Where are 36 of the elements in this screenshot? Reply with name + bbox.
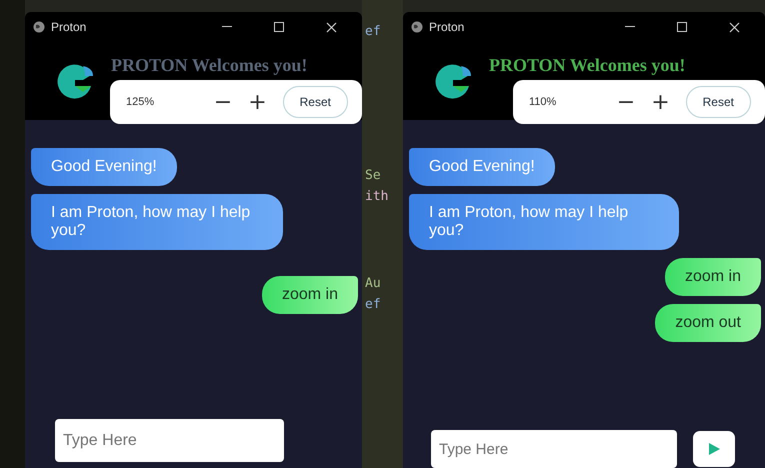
- reset-button[interactable]: Reset: [686, 86, 751, 118]
- message-input[interactable]: Type Here: [55, 419, 284, 462]
- maximize-icon[interactable]: [274, 22, 284, 32]
- close-icon[interactable]: [728, 22, 740, 32]
- reset-button[interactable]: Reset: [282, 86, 348, 118]
- send-icon: [707, 442, 721, 456]
- zoom-level: 125%: [126, 96, 156, 108]
- user-message: zoom in: [664, 258, 761, 296]
- code-text: ef: [365, 24, 382, 39]
- zoom-out-button[interactable]: −: [206, 90, 240, 114]
- bot-message: I am Proton, how may I help you?: [31, 194, 283, 250]
- bot-message: Good Evening!: [409, 148, 555, 186]
- user-message: zoom out: [655, 304, 761, 342]
- zoom-out-button[interactable]: −: [608, 90, 644, 114]
- zoom-in-button[interactable]: +: [643, 90, 678, 114]
- code-text: Se: [365, 168, 382, 183]
- message-input[interactable]: Type Here: [431, 430, 677, 468]
- welcome-heading: PROTON Welcomes you!: [489, 54, 686, 76]
- globe-icon: [33, 21, 45, 33]
- bot-message: I am Proton, how may I help you?: [409, 194, 679, 250]
- maximize-icon[interactable]: [677, 22, 687, 32]
- code-text: ith: [365, 189, 390, 204]
- minimize-icon[interactable]: [625, 26, 635, 28]
- send-button[interactable]: [693, 431, 735, 467]
- window-title: Proton: [429, 20, 466, 34]
- globe-icon: [411, 21, 423, 33]
- zoom-in-button[interactable]: +: [240, 90, 275, 114]
- close-icon[interactable]: [326, 22, 336, 32]
- user-message: zoom in: [262, 276, 358, 314]
- minimize-icon[interactable]: [222, 26, 232, 28]
- bot-message: Good Evening!: [31, 148, 177, 186]
- window-title: Proton: [51, 20, 88, 34]
- zoom-level: 110%: [529, 96, 558, 108]
- code-text: ef: [365, 297, 382, 312]
- code-text: Au: [365, 276, 382, 291]
- welcome-heading: PROTON Welcomes you!: [111, 54, 308, 76]
